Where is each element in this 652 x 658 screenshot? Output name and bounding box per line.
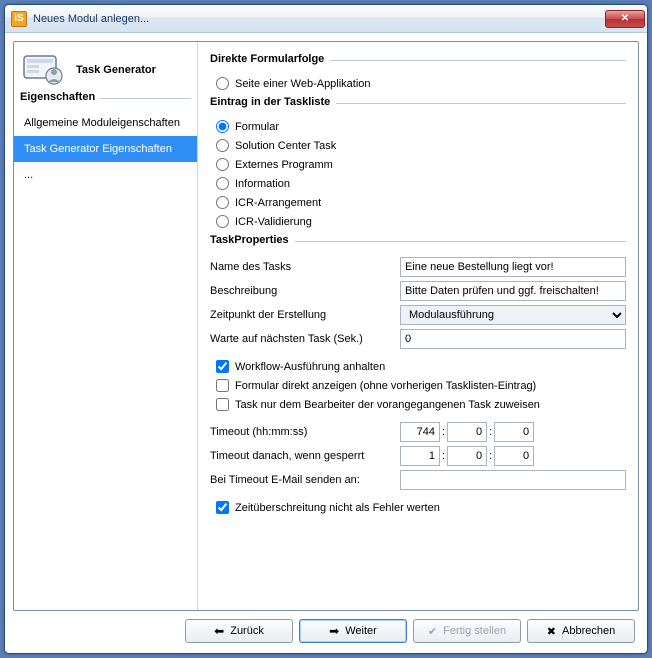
group-direct: Direkte Formularfolge Seite einer Web-Ap… [210,60,626,93]
label-task-name: Name des Tasks [210,261,400,273]
sidebar: Task Generator Eigenschaften Allgemeine … [14,42,198,610]
check-timeout-no-error[interactable]: Zeitüberschreitung nicht als Fehler wert… [210,498,626,517]
radio-web-page-input[interactable] [216,77,229,90]
row-task-name: Name des Tasks [210,255,626,279]
radio-formular-input[interactable] [216,120,229,133]
group-direct-title: Direkte Formularfolge [210,60,626,66]
input-task-name[interactable] [400,257,626,277]
row-wait: Warte auf nächsten Task (Sek.) [210,327,626,351]
radio-icr-validation[interactable]: ICR-Validierung [210,212,626,231]
input-timeout-email[interactable] [400,470,626,490]
row-creation-time: Zeitpunkt der Erstellung Modulausführung [210,303,626,327]
input-timeout-h[interactable] [400,422,440,442]
sidebar-item-general[interactable]: Allgemeine Moduleigenschaften [14,110,197,136]
sidebar-section-label: Eigenschaften [20,98,191,106]
input-timeout2-s[interactable] [494,446,534,466]
window-title: Neues Modul anlegen... [33,13,605,25]
radio-icr-validation-input[interactable] [216,215,229,228]
radio-web-page[interactable]: Seite einer Web-Applikation [210,74,626,93]
radio-icr-arrangement[interactable]: ICR-Arrangement [210,193,626,212]
next-button[interactable]: ➡ Weiter [299,619,407,643]
label-timeout-email: Bei Timeout E-Mail senden an: [210,474,400,486]
select-creation-time[interactable]: Modulausführung [400,305,626,325]
group-task-properties: TaskProperties Name des Tasks Beschreibu… [210,241,626,517]
app-icon: iS [11,11,27,27]
radio-formular[interactable]: Formular [210,117,626,136]
arrow-right-icon: ➡ [329,624,339,638]
input-timeout-s[interactable] [494,422,534,442]
task-generator-icon [22,52,66,88]
label-timeout-locked: Timeout danach, wenn gesperrt [210,450,400,462]
check-icon: ✔ [428,625,437,638]
input-timeout2-m[interactable] [447,446,487,466]
sidebar-title: Task Generator [76,64,156,76]
radio-external-program[interactable]: Externes Programm [210,155,626,174]
footer: ⬅ Zurück ➡ Weiter ✔ Fertig stellen ✖ Abb… [13,611,639,645]
cancel-icon: ✖ [547,625,556,638]
label-wait: Warte auf nächsten Task (Sek.) [210,333,400,345]
sidebar-item-taskgen[interactable]: Task Generator Eigenschaften [14,136,197,162]
main-panel: Direkte Formularfolge Seite einer Web-Ap… [198,42,638,610]
label-creation-time: Zeitpunkt der Erstellung [210,309,400,321]
row-timeout: Timeout (hh:mm:ss) : : [210,420,626,444]
group-props-title: TaskProperties [210,241,626,247]
row-timeout-locked: Timeout danach, wenn gesperrt : : [210,444,626,468]
check-show-form-direct[interactable]: Formular direkt anzeigen (ohne vorherige… [210,376,626,395]
check-assign-previous[interactable]: Task nur dem Bearbeiter der vorangegange… [210,395,626,414]
radio-information-input[interactable] [216,177,229,190]
arrow-left-icon: ⬅ [214,624,224,638]
cancel-button[interactable]: ✖ Abbrechen [527,619,635,643]
input-timeout-m[interactable] [447,422,487,442]
radio-information[interactable]: Information [210,174,626,193]
dialog-window: iS Neues Modul anlegen... ✕ Task Generat… [4,4,648,654]
radio-solution-center[interactable]: Solution Center Task [210,136,626,155]
row-description: Beschreibung [210,279,626,303]
check-halt-workflow-input[interactable] [216,360,229,373]
label-timeout: Timeout (hh:mm:ss) [210,426,400,438]
label-description: Beschreibung [210,285,400,297]
finish-button[interactable]: ✔ Fertig stellen [413,619,521,643]
row-timeout-email: Bei Timeout E-Mail senden an: [210,468,626,492]
check-show-form-direct-input[interactable] [216,379,229,392]
radio-icr-arrangement-input[interactable] [216,196,229,209]
radio-external-program-input[interactable] [216,158,229,171]
input-description[interactable] [400,281,626,301]
group-tasklist-title: Eintrag in der Taskliste [210,103,626,109]
back-button[interactable]: ⬅ Zurück [185,619,293,643]
check-halt-workflow[interactable]: Workflow-Ausführung anhalten [210,357,626,376]
check-timeout-no-error-input[interactable] [216,501,229,514]
group-tasklist: Eintrag in der Taskliste Formular Soluti… [210,103,626,231]
titlebar: iS Neues Modul anlegen... ✕ [5,5,647,33]
close-button[interactable]: ✕ [605,10,645,28]
check-assign-previous-input[interactable] [216,398,229,411]
input-timeout2-h[interactable] [400,446,440,466]
radio-solution-center-input[interactable] [216,139,229,152]
input-wait[interactable] [400,329,626,349]
sidebar-item-more[interactable]: ... [14,162,197,188]
